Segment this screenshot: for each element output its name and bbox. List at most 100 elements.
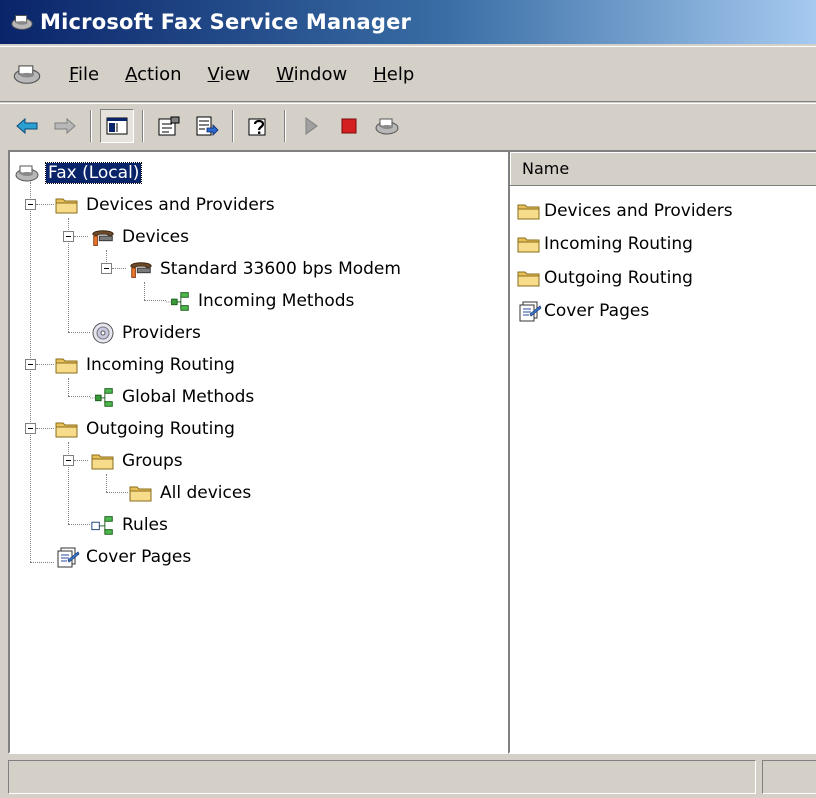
folder-icon <box>516 199 542 223</box>
menu-action[interactable]: Action <box>112 64 194 85</box>
tree-connector <box>144 282 145 300</box>
list-item[interactable]: Cover Pages <box>516 296 649 326</box>
menu-view[interactable]: View <box>195 64 264 85</box>
console-tree-pane[interactable]: Fax (Local) Devices and Providers Device… <box>8 150 510 754</box>
tree-connector <box>68 524 90 525</box>
tree-item-incoming-methods[interactable]: Incoming Methods <box>166 286 354 316</box>
tree-item-label: Providers <box>122 323 201 343</box>
column-header-name[interactable]: Name <box>510 152 816 186</box>
tree-item-label: Rules <box>122 515 168 535</box>
fax-button[interactable] <box>370 109 404 143</box>
tree-connector <box>36 364 54 365</box>
tree-item-modem[interactable]: Standard 33600 bps Modem <box>128 254 401 284</box>
tree-item-cover-pages[interactable]: Cover Pages <box>54 542 191 572</box>
folder-icon <box>54 193 80 217</box>
status-bar <box>0 754 816 798</box>
start-icon <box>305 116 318 135</box>
rules-icon <box>90 513 116 537</box>
tree-item-groups[interactable]: Groups <box>90 446 183 476</box>
folder-icon <box>516 232 542 256</box>
forward-button[interactable] <box>48 109 82 143</box>
routing-methods-icon <box>166 289 192 313</box>
tree-connector <box>30 562 54 563</box>
export-list-button[interactable] <box>190 109 224 143</box>
window-title: Microsoft Fax Service Manager <box>40 10 412 34</box>
tree-connector <box>30 182 31 562</box>
collapse-toggle[interactable] <box>63 455 74 466</box>
tree-connector <box>68 396 90 397</box>
tree-connector <box>144 300 166 301</box>
tree-item-label: Incoming Routing <box>86 355 235 375</box>
tree-item-label: Incoming Methods <box>198 291 355 311</box>
tree-item-incoming-routing[interactable]: Incoming Routing <box>54 350 235 380</box>
column-header-label: Name <box>522 159 570 178</box>
list-item[interactable]: Outgoing Routing <box>516 263 693 293</box>
list-item-label: Incoming Routing <box>544 234 693 254</box>
toolbar-separator <box>232 109 234 142</box>
collapse-toggle[interactable] <box>63 231 74 242</box>
tree-item-label: Devices and Providers <box>86 195 275 215</box>
toolbar-separator <box>142 109 144 142</box>
toolbar-separator <box>284 109 286 142</box>
tree-item-all-devices[interactable]: All devices <box>128 478 251 508</box>
tree-item-providers[interactable]: Providers <box>90 318 201 348</box>
cover-pages-icon <box>516 299 542 323</box>
menu-help[interactable]: Help <box>360 64 427 85</box>
toolbar-separator <box>90 109 92 142</box>
list-item[interactable]: Devices and Providers <box>516 196 733 226</box>
stop-button[interactable] <box>332 109 366 143</box>
show-hide-tree-button[interactable] <box>100 108 134 143</box>
help-icon <box>248 118 266 135</box>
back-button[interactable] <box>10 109 44 143</box>
menu-file[interactable]: File <box>56 64 112 85</box>
list-item-label: Outgoing Routing <box>544 268 693 288</box>
list-item[interactable]: Incoming Routing <box>516 229 693 259</box>
tree-item-devices[interactable]: Devices <box>90 222 189 252</box>
tree-item-fax-local[interactable]: Fax (Local) <box>14 158 143 188</box>
title-bar[interactable]: Microsoft Fax Service Manager <box>0 0 816 44</box>
folder-icon <box>128 481 154 505</box>
collapse-toggle[interactable] <box>101 263 112 274</box>
start-button[interactable] <box>294 109 328 143</box>
tree-connector <box>68 378 69 396</box>
tree-item-rules[interactable]: Rules <box>90 510 168 540</box>
details-list-pane[interactable]: Name Devices and Providers Incoming Rout… <box>508 150 816 754</box>
status-panel-secondary <box>762 760 816 794</box>
tree-item-outgoing-routing[interactable]: Outgoing Routing <box>54 414 235 444</box>
tree-connector <box>68 332 90 333</box>
tree-item-label: Global Methods <box>122 387 255 407</box>
menu-window[interactable]: Window <box>263 64 360 85</box>
properties-icon <box>158 116 180 135</box>
tree-connector <box>36 204 54 205</box>
stop-icon <box>341 118 357 133</box>
properties-button[interactable] <box>152 109 186 143</box>
menu-bar: File Action View Window Help <box>0 46 816 102</box>
tree-item-label: Groups <box>122 451 183 471</box>
tree-connector <box>36 428 54 429</box>
tree-connector <box>106 474 107 492</box>
tree-item-label: Cover Pages <box>86 547 192 567</box>
help-button[interactable] <box>242 109 276 143</box>
tree-connector <box>74 236 88 237</box>
system-menu-fax-icon[interactable] <box>12 62 42 86</box>
status-panel-main <box>8 760 756 794</box>
folder-icon <box>54 417 80 441</box>
tree-item-devices-and-providers[interactable]: Devices and Providers <box>54 190 275 220</box>
collapse-toggle[interactable] <box>25 359 36 370</box>
collapse-toggle[interactable] <box>25 423 36 434</box>
providers-disc-icon <box>90 321 116 345</box>
collapse-toggle[interactable] <box>25 199 36 210</box>
back-arrow-icon <box>16 117 38 134</box>
tree-item-global-methods[interactable]: Global Methods <box>90 382 254 412</box>
show-hide-tree-icon <box>106 117 128 134</box>
folder-icon <box>516 266 542 290</box>
tree-item-label: Outgoing Routing <box>86 419 235 439</box>
list-item-label: Devices and Providers <box>544 201 733 221</box>
tree-connector <box>106 492 128 493</box>
folder-icon <box>54 353 80 377</box>
forward-arrow-icon <box>54 117 76 134</box>
fax-icon <box>14 161 40 185</box>
tree-connector <box>74 460 88 461</box>
tree-item-label: Devices <box>122 227 189 247</box>
fax-icon <box>374 115 400 137</box>
